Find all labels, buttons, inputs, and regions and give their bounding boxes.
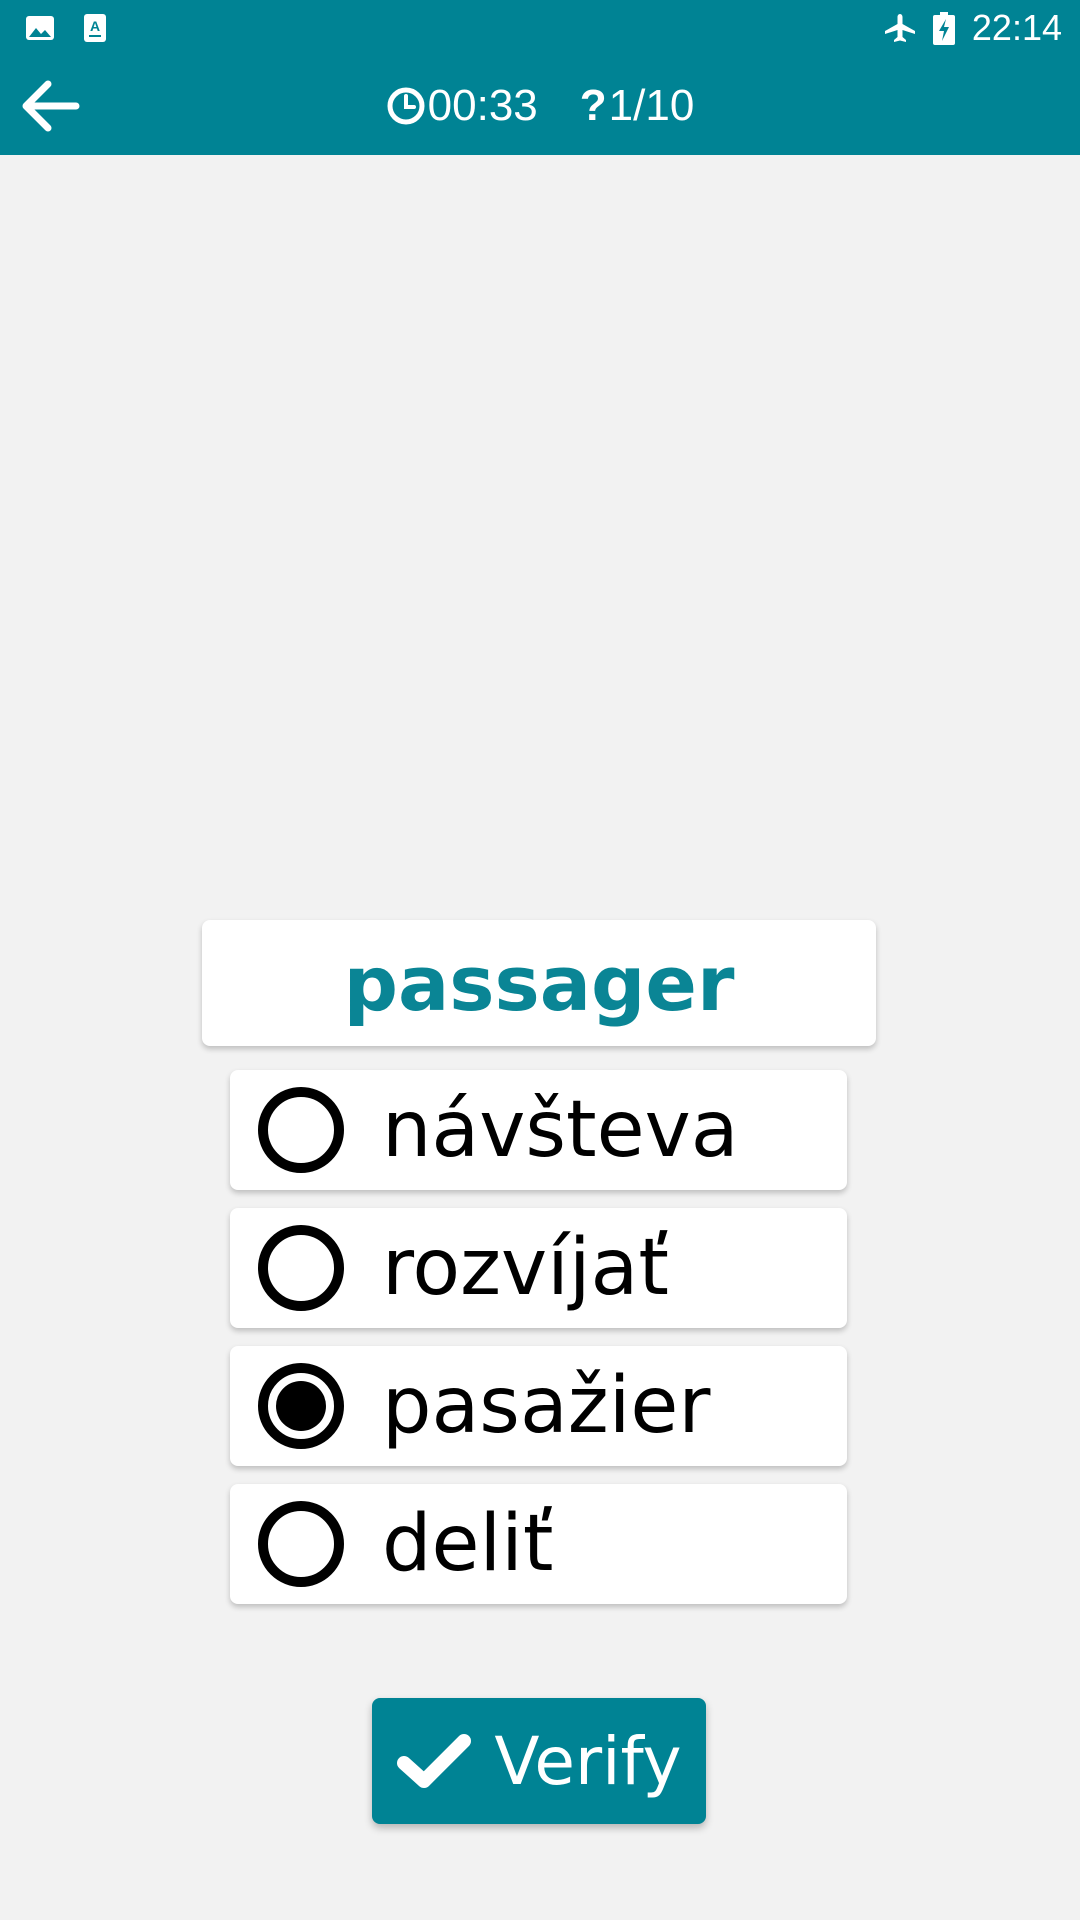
verify-button[interactable]: Verify [372, 1698, 706, 1824]
answer-label: rozvíjať [382, 1223, 669, 1313]
answer-option[interactable]: rozvíjať [230, 1208, 847, 1328]
gallery-icon [24, 12, 56, 44]
timer: 00:33 [386, 81, 538, 131]
question-icon: ? [579, 81, 607, 130]
svg-text:A: A [90, 18, 100, 34]
verify-label: Verify [494, 1722, 682, 1800]
answer-label: pasažier [382, 1361, 711, 1451]
airplane-mode-icon [882, 12, 918, 44]
radio-button-selected[interactable] [258, 1363, 344, 1449]
radio-button[interactable] [258, 1501, 344, 1587]
toolbar: 00:33 ? 1/10 [0, 56, 1080, 155]
timer-value: 00:33 [427, 81, 538, 130]
quiz-word: passager [343, 938, 735, 1028]
answer-label: návšteva [382, 1085, 739, 1175]
question-counter-value: 1/10 [608, 81, 695, 130]
status-bar: A 22:14 [0, 0, 1080, 56]
answer-option[interactable]: návšteva [230, 1070, 847, 1190]
clock-icon [386, 86, 426, 126]
answer-label: deliť [382, 1499, 554, 1589]
radio-button[interactable] [258, 1087, 344, 1173]
answer-option[interactable]: deliť [230, 1484, 847, 1604]
answer-option-selected[interactable]: pasažier [230, 1346, 847, 1466]
checkmark-icon [396, 1731, 472, 1791]
battery-charging-icon [932, 12, 956, 45]
translate-app-icon: A [80, 12, 112, 44]
question-counter: ? 1/10 [580, 81, 695, 131]
quiz-status: 00:33 ? 1/10 [0, 76, 1080, 136]
word-card: passager [202, 920, 876, 1046]
status-time: 22:14 [971, 7, 1062, 48]
radio-button[interactable] [258, 1225, 344, 1311]
app-bar: A 22:14 00:33 ? 1/10 [0, 0, 1080, 155]
